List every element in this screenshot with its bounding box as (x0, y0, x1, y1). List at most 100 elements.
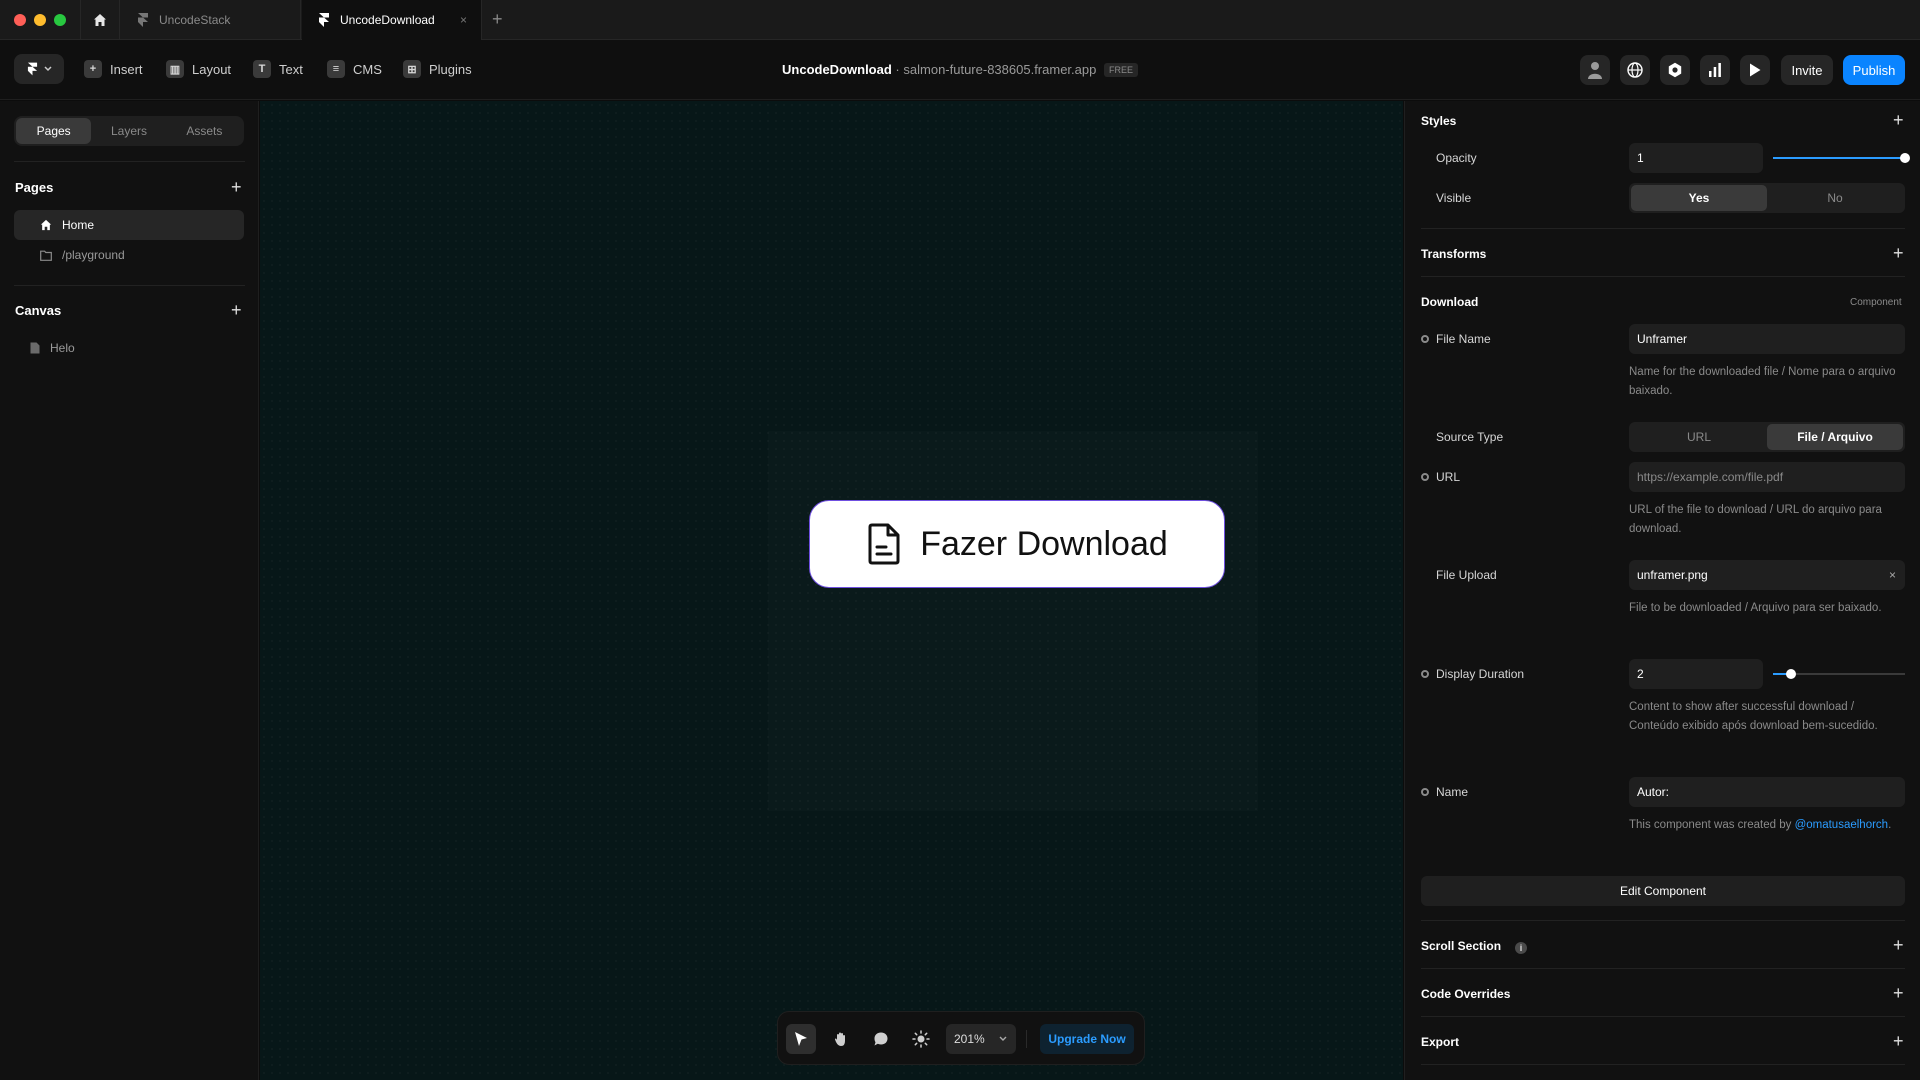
divider (1421, 968, 1905, 969)
file-upload-help: File to be downloaded / Arquivo para ser… (1629, 602, 1882, 614)
project-domain[interactable]: salmon-future-838605.framer.app (903, 62, 1096, 77)
divider (1421, 276, 1905, 277)
publish-button[interactable]: Publish (1843, 55, 1905, 85)
globe-icon (1627, 62, 1643, 78)
tab-layers[interactable]: Layers (91, 118, 166, 144)
source-type-label: Source Type (1436, 430, 1504, 444)
source-url-option[interactable]: URL (1631, 424, 1767, 450)
tab-pages[interactable]: Pages (16, 118, 92, 144)
home-icon (40, 219, 52, 231)
file-upload-field[interactable]: unframer.png × (1629, 560, 1905, 590)
settings-button[interactable] (1660, 55, 1690, 85)
name-help-suffix: . (1888, 819, 1892, 831)
transforms-section-title: Transforms (1421, 247, 1487, 261)
new-tab-button[interactable]: + (492, 9, 503, 30)
canvas-item-helo[interactable]: Helo (14, 333, 244, 363)
theme-toggle-button[interactable] (906, 1024, 936, 1054)
cursor-icon (795, 1032, 807, 1046)
display-duration-input[interactable]: 2 (1629, 659, 1763, 689)
design-canvas[interactable]: Fazer Download 201% Upgrade Now (260, 101, 1403, 1080)
name-help-text: This component was created by (1629, 819, 1792, 831)
add-scroll-section-button[interactable]: + (1893, 936, 1904, 954)
opacity-slider-fill (1773, 157, 1905, 159)
clear-file-icon[interactable]: × (1889, 568, 1896, 582)
file-upload-value: unframer.png (1637, 568, 1708, 582)
canvas-bottom-toolbar: 201% Upgrade Now (777, 1011, 1145, 1065)
download-button-label: Fazer Download (920, 524, 1168, 563)
divider (1421, 228, 1905, 229)
visible-yes-option[interactable]: Yes (1631, 185, 1767, 211)
divider (14, 285, 245, 286)
url-input[interactable]: https://example.com/file.pdf (1629, 462, 1905, 492)
file-icon (30, 342, 40, 354)
tab-assets[interactable]: Assets (167, 118, 242, 144)
display-duration-label[interactable]: Display Duration (1421, 667, 1524, 681)
opacity-slider-knob[interactable] (1900, 153, 1910, 163)
hand-icon (834, 1032, 845, 1046)
visible-toggle: Yes No (1629, 183, 1905, 213)
url-label[interactable]: URL (1421, 470, 1460, 484)
author-link[interactable]: @omatusaelhorch (1795, 819, 1889, 831)
globe-button[interactable] (1620, 55, 1650, 85)
opacity-label: Opacity (1436, 151, 1477, 165)
display-duration-slider-knob[interactable] (1786, 669, 1796, 679)
zoom-select[interactable]: 201% (946, 1024, 1016, 1054)
opacity-slider[interactable] (1773, 153, 1910, 163)
source-file-option[interactable]: File / Arquivo (1767, 424, 1903, 450)
file-name-label[interactable]: File Name (1421, 332, 1491, 346)
project-name[interactable]: UncodeDownload (782, 62, 892, 77)
add-code-override-button[interactable]: + (1893, 984, 1904, 1002)
analytics-button[interactable] (1700, 55, 1730, 85)
chevron-down-icon (999, 1036, 1007, 1041)
close-tab-icon[interactable]: × (460, 13, 467, 27)
divider (1026, 1030, 1027, 1048)
add-style-button[interactable]: + (1893, 111, 1904, 129)
file-name-help: Name for the downloaded file / Nome para… (1629, 366, 1896, 397)
home-tab[interactable] (80, 0, 120, 40)
properties-panel: Styles + Opacity 1 Visible Yes No Transf… (1404, 101, 1920, 1080)
opacity-input[interactable]: 1 (1629, 143, 1763, 173)
url-help: URL of the file to download / URL do arq… (1629, 504, 1882, 535)
gear-icon (1668, 62, 1682, 78)
add-page-button[interactable]: + (231, 178, 242, 196)
download-component[interactable]: Fazer Download (809, 500, 1225, 588)
folder-icon (40, 250, 52, 261)
preview-button[interactable] (1740, 55, 1770, 85)
zoom-window-button[interactable] (54, 14, 66, 26)
left-sidebar: Pages Layers Assets Pages + Home /playgr… (0, 101, 259, 1080)
minimize-window-button[interactable] (34, 14, 46, 26)
file-name-input[interactable]: Unframer (1629, 324, 1905, 354)
divider (1421, 920, 1905, 921)
canvas-item-label: Helo (50, 341, 75, 355)
name-input[interactable]: Autor: (1629, 777, 1905, 807)
hand-tool-button[interactable] (826, 1024, 856, 1054)
component-tag: Component (1850, 297, 1902, 308)
info-icon[interactable]: i (1515, 942, 1528, 954)
comment-tool-button[interactable] (866, 1024, 896, 1054)
sun-icon (912, 1030, 930, 1048)
avatar-button[interactable] (1580, 55, 1610, 85)
tab-uncodestack[interactable]: UncodeStack (121, 0, 301, 40)
tab-uncodedownload[interactable]: UncodeDownload × (302, 0, 482, 40)
edit-component-button[interactable]: Edit Component (1421, 876, 1905, 906)
tab-label: UncodeStack (159, 13, 231, 27)
invite-button[interactable]: Invite (1781, 55, 1833, 85)
page-item-home[interactable]: Home (14, 210, 244, 240)
add-transform-button[interactable]: + (1893, 244, 1904, 262)
plan-badge: FREE (1103, 63, 1138, 77)
upgrade-now-button[interactable]: Upgrade Now (1040, 1024, 1134, 1054)
add-export-button[interactable]: + (1893, 1032, 1904, 1050)
download-section-title: Download (1421, 295, 1479, 309)
display-duration-slider[interactable] (1773, 669, 1905, 679)
visible-no-option[interactable]: No (1767, 185, 1903, 211)
page-item-playground[interactable]: /playground (14, 240, 244, 270)
select-tool-button[interactable] (786, 1024, 816, 1054)
add-canvas-button[interactable]: + (231, 301, 242, 319)
scroll-section-title: Scroll Section i (1421, 939, 1528, 954)
divider (14, 161, 245, 162)
name-label[interactable]: Name (1421, 785, 1468, 799)
play-icon (1750, 63, 1761, 77)
display-duration-help: Content to show after successful downloa… (1629, 701, 1878, 732)
export-section-title: Export (1421, 1035, 1460, 1049)
close-window-button[interactable] (14, 14, 26, 26)
